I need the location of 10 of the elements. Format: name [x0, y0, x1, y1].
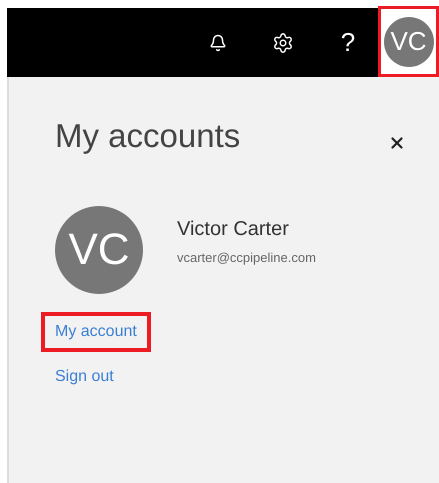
account-avatar: VC: [55, 206, 143, 294]
bell-icon: [209, 34, 227, 52]
help-button[interactable]: ?: [328, 22, 368, 62]
account-link[interactable]: Sign out: [41, 356, 128, 396]
settings-icon: [272, 32, 294, 54]
account-email: vcarter@ccpipeline.com: [177, 248, 316, 267]
account-name: Victor Carter: [177, 216, 290, 242]
account-link[interactable]: My account: [41, 312, 151, 352]
avatar-button[interactable]: VC: [384, 16, 434, 66]
panel-title: My accounts: [55, 116, 240, 156]
